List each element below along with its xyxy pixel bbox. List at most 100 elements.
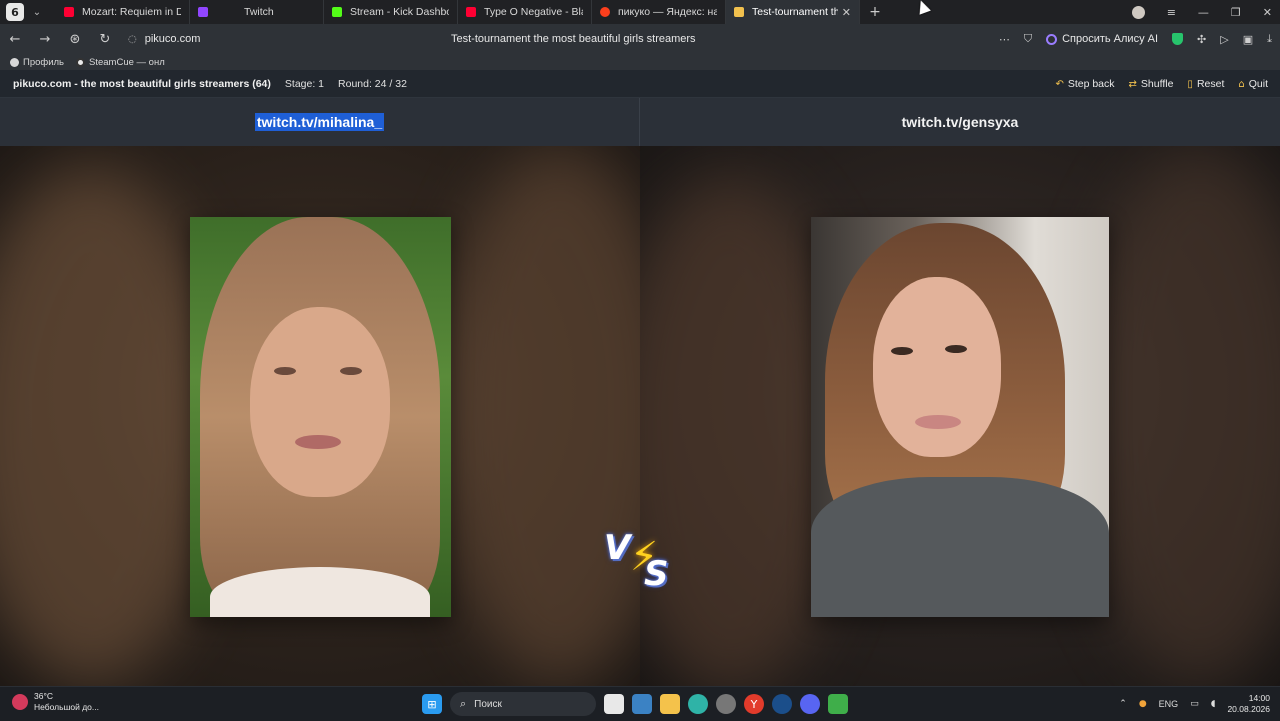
tab-title: Stream - Kick Dashboard bbox=[350, 6, 449, 18]
task-view-icon[interactable] bbox=[604, 694, 624, 714]
quit-button[interactable]: ⌂ Quit bbox=[1238, 78, 1268, 90]
tab-title: Twitch bbox=[244, 6, 274, 18]
file-explorer-icon[interactable] bbox=[660, 694, 680, 714]
pikuco-icon bbox=[734, 7, 744, 17]
photo-lips bbox=[295, 435, 341, 449]
microphone-icon[interactable]: ● bbox=[1139, 699, 1147, 709]
yandex-browser-icon[interactable]: Y bbox=[744, 694, 764, 714]
system-tray: ⌃ ● ENG ▭ ◖ 14:00 20.08.2026 bbox=[1119, 687, 1270, 721]
photo-eye bbox=[945, 345, 967, 353]
bookmark-label: SteamCue — онл bbox=[89, 56, 165, 68]
forward-icon[interactable]: → bbox=[30, 32, 60, 47]
tab-pikuco[interactable]: Test-tournament the m ✕ bbox=[726, 0, 860, 24]
bookmark-icon[interactable]: ⛉ bbox=[1024, 32, 1032, 46]
right-contestant-photo[interactable] bbox=[811, 217, 1109, 617]
youtube-icon bbox=[64, 7, 74, 17]
minimize-icon[interactable]: — bbox=[1198, 6, 1209, 19]
tab-strip: 6 ⌄ Mozart: Requiem in D Minor Twitch St… bbox=[0, 0, 1280, 24]
tournament-title: pikuco.com - the most beautiful girls st… bbox=[13, 77, 271, 90]
alice-icon bbox=[1046, 33, 1058, 45]
widgets-icon[interactable] bbox=[632, 694, 652, 714]
tab-list-chevron-icon[interactable]: ⌄ bbox=[28, 7, 46, 18]
action-label: Step back bbox=[1067, 78, 1115, 90]
left-contestant-photo[interactable] bbox=[190, 217, 451, 617]
weather-widget[interactable]: 36°C Небольшой до... bbox=[12, 691, 99, 713]
search-placeholder: Поиск bbox=[474, 698, 502, 710]
left-contestant-panel[interactable] bbox=[0, 146, 640, 686]
photo-eye bbox=[274, 367, 296, 375]
clock[interactable]: 14:00 20.08.2026 bbox=[1227, 693, 1270, 715]
vs-letter-v: V bbox=[604, 528, 631, 568]
tab-type-o-negative[interactable]: Type O Negative - Black N bbox=[458, 0, 592, 24]
left-contestant-name[interactable]: twitch.tv/mihalina_ bbox=[0, 98, 640, 146]
windows-start-icon[interactable]: ⊞ bbox=[422, 694, 442, 714]
weather-text: 36°C Небольшой до... bbox=[34, 691, 99, 713]
bookmark-profile[interactable]: Профиль bbox=[10, 57, 64, 68]
back-icon[interactable]: ← bbox=[0, 32, 30, 47]
chrome-like-icon[interactable] bbox=[716, 694, 736, 714]
tab-counter[interactable]: 6 bbox=[6, 3, 24, 21]
menu-icon[interactable]: ≡ bbox=[1167, 6, 1176, 19]
site-info-icon[interactable]: ◌ bbox=[128, 34, 137, 45]
shuffle-button[interactable]: ⇄ Shuffle bbox=[1129, 78, 1174, 90]
contestant-names: twitch.tv/mihalina_ twitch.tv/gensyxa bbox=[0, 98, 1280, 146]
address-bar: ← → ⊛ ↻ ◌ pikuco.com Test-tournament the… bbox=[0, 24, 1280, 54]
url-text: pikuco.com bbox=[144, 33, 201, 45]
vs-letter-s: S bbox=[644, 554, 669, 594]
bookmark-steamcue[interactable]: SteamCue — онл bbox=[76, 57, 165, 68]
step-back-button[interactable]: ↶ Step back bbox=[1055, 78, 1114, 90]
app-cube-icon[interactable] bbox=[828, 694, 848, 714]
profile-avatar[interactable] bbox=[1131, 5, 1145, 19]
tab-title: Type O Negative - Black N bbox=[484, 6, 583, 18]
ask-alice-button[interactable]: Спросить Алису AI bbox=[1046, 33, 1158, 45]
photo-face bbox=[873, 277, 1001, 457]
discord-icon[interactable] bbox=[800, 694, 820, 714]
taskbar-search[interactable]: ⌕ Поиск bbox=[450, 692, 596, 716]
tab-mozart[interactable]: Mozart: Requiem in D Minor bbox=[56, 0, 190, 24]
protection-shield-icon[interactable] bbox=[1172, 33, 1184, 45]
taskbar-apps: ⊞ ⌕ Поиск Y bbox=[422, 691, 848, 717]
photo-face bbox=[250, 307, 390, 497]
right-contestant-panel[interactable] bbox=[640, 146, 1280, 686]
profile-icon bbox=[10, 57, 19, 67]
tray-chevron-icon[interactable]: ⌃ bbox=[1119, 699, 1127, 709]
left-contestant-link[interactable]: twitch.tv/mihalina_ bbox=[254, 113, 385, 131]
right-contestant-link[interactable]: twitch.tv/gensyxa bbox=[902, 114, 1019, 130]
downloads-icon[interactable]: ⤓ bbox=[1267, 32, 1272, 46]
steam-icon[interactable] bbox=[772, 694, 792, 714]
media-icon[interactable]: ▷ bbox=[1220, 33, 1228, 46]
tab-yandex[interactable]: пикуко — Яндекс: нашлос bbox=[592, 0, 726, 24]
photo-eye bbox=[891, 347, 913, 355]
twitch-icon bbox=[198, 7, 208, 17]
action-label: Shuffle bbox=[1140, 78, 1174, 90]
kick-icon bbox=[332, 7, 342, 17]
action-label: Quit bbox=[1248, 78, 1268, 90]
language-indicator[interactable]: ENG bbox=[1159, 699, 1179, 709]
blurred-backdrop bbox=[440, 146, 640, 686]
close-window-icon[interactable]: ✕ bbox=[1263, 6, 1272, 19]
address-bar-actions: ⋯ ⛉ Спросить Алису AI ✣ ▷ ▣ ⤓ bbox=[999, 24, 1272, 54]
new-tab-button[interactable]: + bbox=[864, 4, 886, 20]
extensions-icon[interactable]: ✣ bbox=[1197, 33, 1206, 46]
tab-kick[interactable]: Stream - Kick Dashboard bbox=[324, 0, 458, 24]
tab-twitch[interactable]: Twitch bbox=[190, 0, 324, 24]
bookmark-label: Профиль bbox=[23, 56, 65, 68]
protect-icon[interactable]: ⊛ bbox=[60, 32, 90, 47]
restore-icon[interactable]: ❐ bbox=[1231, 6, 1241, 19]
tournament-header: pikuco.com - the most beautiful girls st… bbox=[0, 70, 1280, 98]
window-controls: ≡ — ❐ ✕ bbox=[1131, 0, 1272, 24]
edge-icon[interactable] bbox=[688, 694, 708, 714]
close-icon[interactable]: ✕ bbox=[842, 6, 851, 19]
more-icon[interactable]: ⋯ bbox=[999, 33, 1010, 46]
weather-temp: 36°C bbox=[34, 691, 53, 701]
reload-icon[interactable]: ↻ bbox=[90, 32, 120, 47]
reset-button[interactable]: ▯ Reset bbox=[1187, 78, 1224, 90]
collections-icon[interactable]: ▣ bbox=[1243, 33, 1253, 46]
url-field[interactable]: ◌ pikuco.com bbox=[128, 33, 200, 45]
right-contestant-name[interactable]: twitch.tv/gensyxa bbox=[640, 98, 1280, 146]
clock-date: 20.08.2026 bbox=[1227, 704, 1270, 714]
blurred-backdrop bbox=[1080, 146, 1280, 686]
tab-title: Mozart: Requiem in D Minor bbox=[82, 6, 181, 18]
volume-icon[interactable]: ◖ bbox=[1211, 699, 1216, 709]
network-icon[interactable]: ▭ bbox=[1190, 699, 1199, 709]
